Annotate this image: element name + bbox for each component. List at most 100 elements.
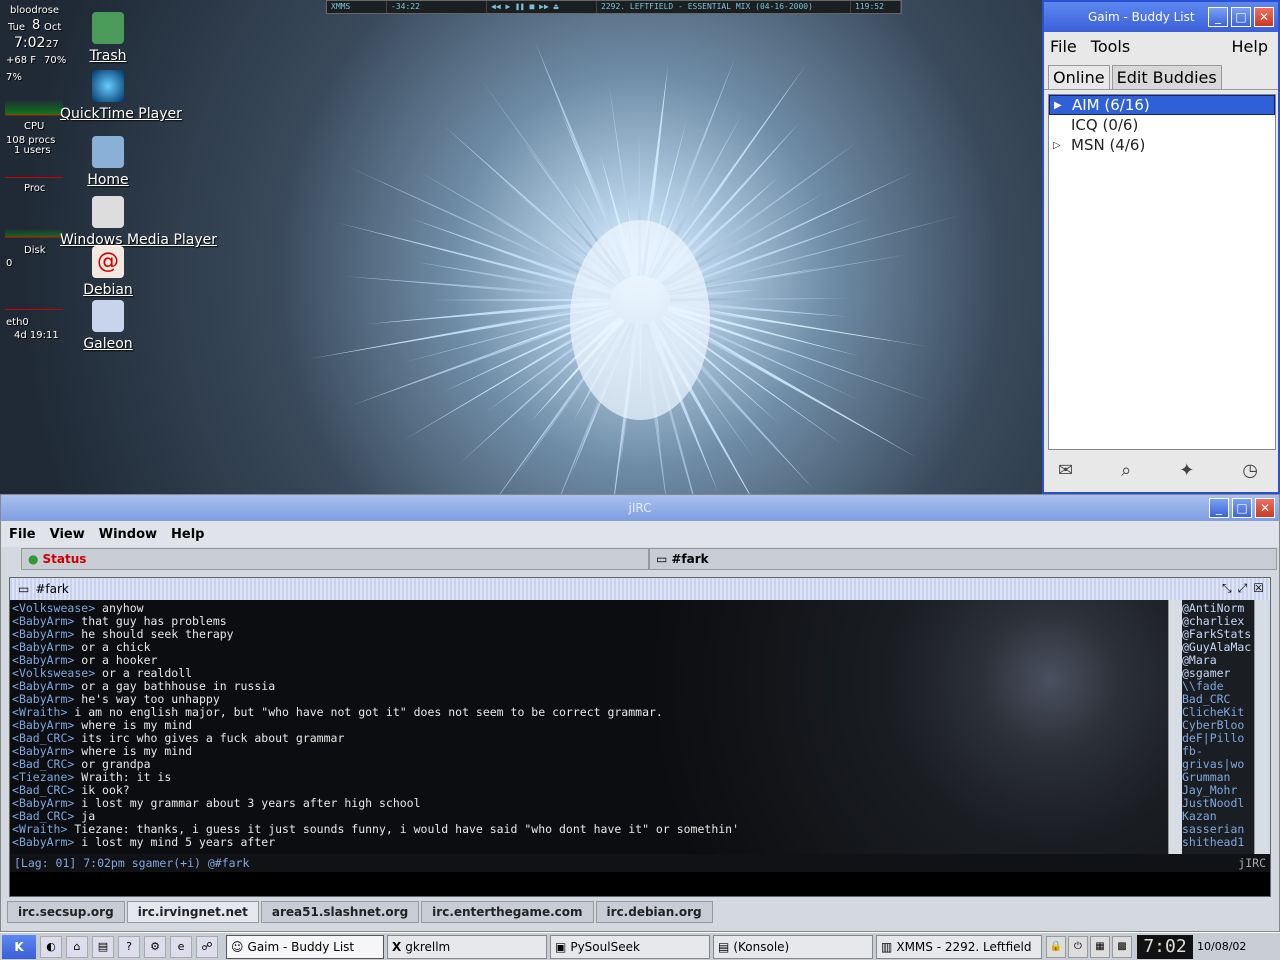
chat-nick[interactable]: Volkswease	[19, 666, 88, 680]
desktop-icon-debian[interactable]: @ Debian	[60, 246, 156, 298]
chat-nick[interactable]: BabyArm	[19, 744, 67, 758]
chat-line: <Bad_CRC> or grandpa	[12, 757, 151, 771]
close-button[interactable]: ✕	[1255, 498, 1275, 518]
tab-online[interactable]: Online	[1048, 65, 1110, 89]
minimize-button[interactable]: _	[1208, 7, 1228, 27]
task-gaim[interactable]: ☺ Gaim - Buddy List	[226, 934, 384, 959]
chat-nick[interactable]: BabyArm	[19, 614, 67, 628]
desktop-icon-home[interactable]: Home	[60, 136, 156, 188]
close-icon[interactable]: ☒	[1253, 581, 1264, 596]
group-aim[interactable]: ▶ AIM (6/16)	[1049, 95, 1275, 115]
chat-nick[interactable]: BabyArm	[19, 653, 67, 667]
chat-icon[interactable]: ✦	[1179, 460, 1194, 481]
message-input[interactable]	[10, 872, 1270, 896]
jirc-titlebar[interactable]: jIRC _ □ ✕	[1, 495, 1279, 521]
home-folder-icon[interactable]: ⌂	[66, 935, 88, 958]
away-icon[interactable]: ◷	[1242, 460, 1258, 481]
task-konsole[interactable]: ▤ (Konsole)	[713, 934, 873, 959]
chat-nick[interactable]: Bad_CRC	[19, 809, 67, 823]
chat-nick[interactable]: Wraith	[19, 705, 61, 719]
tab-channel[interactable]: ▭ #fark	[649, 548, 1277, 570]
chat-nick[interactable]: BabyArm	[19, 640, 67, 654]
chat-line: <BabyArm> i lost my grammar about 3 year…	[12, 796, 421, 810]
minimize-button[interactable]: _	[1209, 498, 1229, 518]
server-tab[interactable]: irc.secsup.org	[7, 901, 125, 923]
chat-nick[interactable]: BabyArm	[19, 835, 67, 849]
status-text: [Lag: 01] 7:02pm sgamer(+i) @#fark	[14, 856, 250, 870]
close-button[interactable]: ✕	[1254, 7, 1274, 27]
menu-file[interactable]: File	[1050, 37, 1077, 56]
clock[interactable]: 7:02	[1137, 934, 1193, 959]
desktop-icon-quicktime[interactable]: QuickTime Player	[60, 70, 182, 122]
userlist-scrollbar[interactable]	[1254, 600, 1268, 854]
menu-view[interactable]: View	[50, 527, 85, 542]
chat-line: <BabyArm> i lost my mind 5 years after	[12, 835, 276, 849]
chat-nick[interactable]: BabyArm	[19, 718, 67, 732]
desktop-icon-media-player[interactable]: Windows Media Player	[60, 196, 217, 248]
chat-log[interactable]: <Volkswease> anyhow <BabyArm> that guy ha…	[10, 600, 1170, 854]
chat-nick[interactable]: Bad_CRC	[19, 783, 67, 797]
task-pysoulseek[interactable]: ▣ PySoulSeek	[550, 934, 710, 959]
channel-window[interactable]: ▭ #fark ⤡ ⤢ ☒ <Volkswease> anyhow <BabyArm>…	[9, 577, 1271, 897]
jirc-window[interactable]: jIRC _ □ ✕ File View Window Help ● Status ▭…	[0, 494, 1280, 932]
maximize-button[interactable]: □	[1231, 7, 1251, 27]
detach-icon[interactable]: ⤡	[1222, 581, 1232, 596]
group-msn[interactable]: ▷ MSN (4/6)	[1049, 135, 1275, 155]
browser-icon[interactable]: e	[170, 935, 192, 958]
chat-text: i am no english major, but "who have not…	[74, 705, 663, 719]
proc-graph	[5, 156, 63, 178]
kde-menu-button[interactable]: K	[2, 934, 36, 959]
desktop-icon-trash[interactable]: Trash	[60, 12, 156, 64]
chat-nick[interactable]: BabyArm	[19, 692, 67, 706]
chat-nick[interactable]: Tiezane	[19, 770, 67, 784]
chat-scrollbar[interactable]	[1168, 600, 1182, 854]
task-label: Gaim - Buddy List	[247, 939, 355, 954]
help-icon[interactable]: ?	[118, 935, 140, 958]
settings-icon[interactable]: ⚙	[144, 935, 166, 958]
user-list-item[interactable]: shithead1	[1182, 836, 1254, 849]
chat-nick[interactable]: BabyArm	[19, 627, 67, 641]
task-gkrellm[interactable]: Xgkrellm	[387, 934, 547, 959]
tab-edit-buddies[interactable]: Edit Buddies	[1111, 65, 1222, 89]
chat-nick[interactable]: BabyArm	[19, 796, 67, 810]
group-icq[interactable]: ICQ (0/6)	[1049, 115, 1275, 135]
chat-nick[interactable]: Wraith	[19, 822, 61, 836]
gaim-buddy-list-window[interactable]: Gaim - Buddy List _ □ ✕ File Tools Help …	[1042, 0, 1280, 494]
chat-nick[interactable]: Bad_CRC	[19, 757, 67, 771]
clipboard-icon[interactable]: ▦	[1090, 935, 1110, 958]
xmms-player[interactable]: XMMS -34:22 ◀◀ ▶ ❚❚ ■ ▶▶ ⏏ 2292. LEFTFIE…	[326, 0, 902, 14]
menu-tools[interactable]: Tools	[1091, 37, 1130, 56]
network-icon[interactable]: ☍	[196, 935, 218, 958]
menu-window[interactable]: Window	[99, 527, 157, 542]
desktop-icon-galeon[interactable]: Galeon	[60, 300, 156, 352]
maximize-icon[interactable]: ⤢	[1238, 581, 1248, 596]
chat-nick[interactable]: Bad_CRC	[19, 731, 67, 745]
power-icon[interactable]: ⏻	[1068, 935, 1088, 958]
menu-help[interactable]: Help	[171, 527, 204, 542]
chat-line: <BabyArm> or a chick	[12, 640, 151, 654]
server-tab[interactable]: irc.irvingnet.net	[126, 901, 259, 923]
expander-icon[interactable]: ▶	[1054, 100, 1072, 111]
gaim-titlebar[interactable]: Gaim - Buddy List _ □ ✕	[1044, 2, 1278, 32]
expander-icon[interactable]: ▷	[1053, 140, 1071, 151]
keyboard-icon[interactable]: ▩	[1112, 935, 1132, 958]
terminal-icon[interactable]: ▤	[92, 935, 114, 958]
tab-status[interactable]: ● Status	[21, 548, 649, 570]
menu-file[interactable]: File	[9, 527, 36, 542]
server-tab[interactable]: area51.slashnet.org	[260, 901, 420, 923]
lock-icon[interactable]: 🔒	[1046, 935, 1066, 958]
server-tab[interactable]: irc.debian.org	[595, 901, 713, 923]
maximize-button[interactable]: □	[1232, 498, 1252, 518]
chat-nick[interactable]: BabyArm	[19, 679, 67, 693]
task-xmms[interactable]: ▥ XMMS - 2292. Leftfield	[876, 934, 1042, 959]
xmms-controls[interactable]: ◀◀ ▶ ❚❚ ■ ▶▶ ⏏	[487, 1, 597, 13]
get-info-icon[interactable]: ⌕	[1121, 460, 1131, 481]
konqueror-icon[interactable]: ◐	[40, 935, 62, 958]
menu-help[interactable]: Help	[1232, 37, 1268, 56]
chat-text: Wraith: it is	[81, 770, 172, 784]
chat-nick[interactable]: Volkswease	[19, 601, 88, 615]
user-list[interactable]: @AntiNorm @charliex @FarkStats @GuyAlaMac @M…	[1182, 600, 1254, 854]
send-message-icon[interactable]: ✉	[1058, 460, 1073, 481]
server-tab[interactable]: irc.enterthegame.com	[421, 901, 594, 923]
gaim-icon: ☺	[231, 939, 244, 954]
